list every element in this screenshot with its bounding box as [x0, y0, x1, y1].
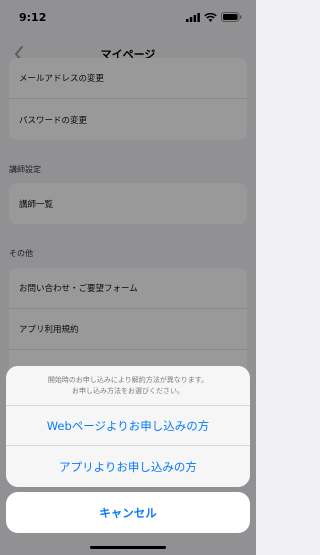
action-sheet: 開始時のお申し込みにより解約方法が異なります。 お申し込み方法をお選びください。…: [6, 366, 250, 487]
action-sheet-message-line2: お申し込み方法をお選びください。: [72, 386, 184, 395]
home-indicator[interactable]: [90, 546, 166, 549]
action-sheet-message: 開始時のお申し込みにより解約方法が異なります。 お申し込み方法をお選びください。: [6, 366, 250, 406]
app-signup-option-button[interactable]: アプリよりお申し込みの方: [6, 446, 250, 487]
action-sheet-message-line1: 開始時のお申し込みにより解約方法が異なります。: [47, 375, 209, 384]
web-signup-option-button[interactable]: Webページよりお申し込みの方: [6, 406, 250, 446]
cancel-button[interactable]: キャンセル: [6, 492, 250, 533]
